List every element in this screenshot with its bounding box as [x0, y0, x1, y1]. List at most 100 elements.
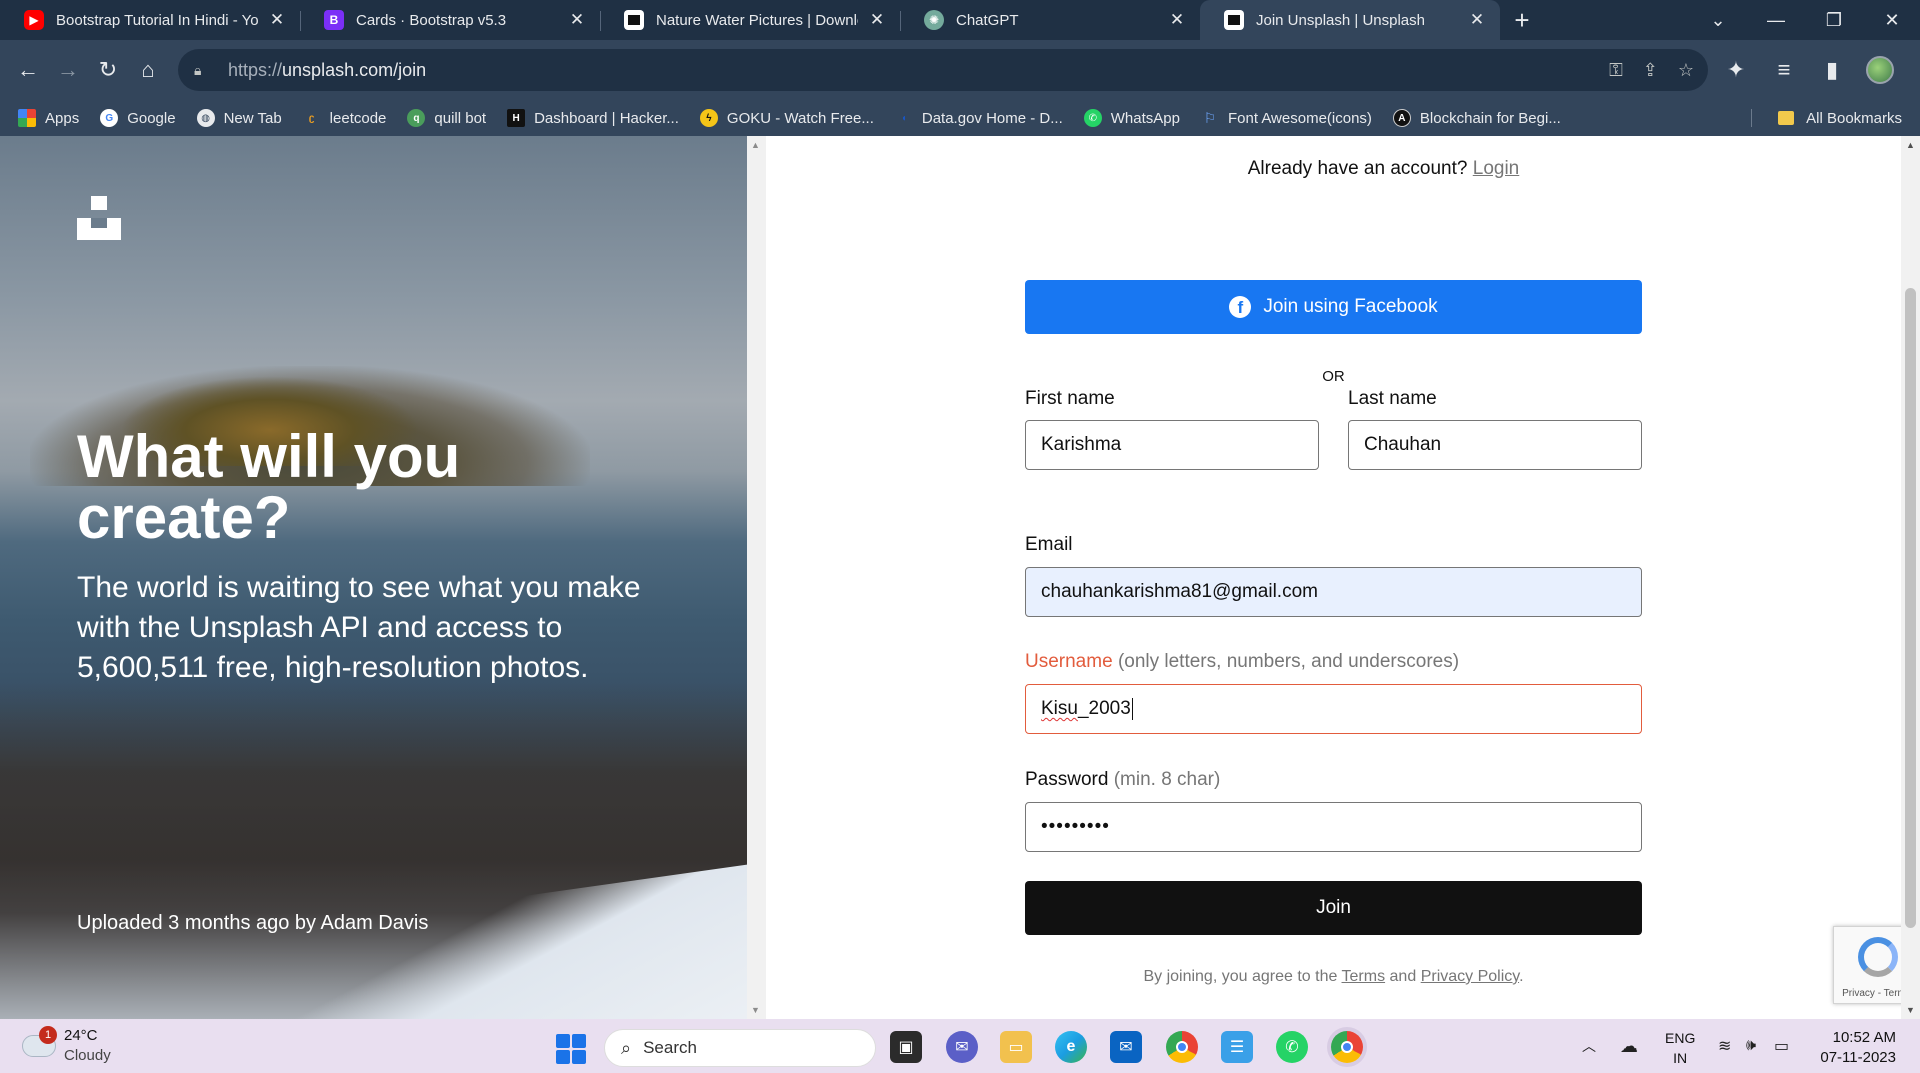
edge-browser-icon[interactable]: e [1055, 1031, 1087, 1063]
join-facebook-button[interactable]: f Join using Facebook [1025, 280, 1642, 334]
teams-chat-icon[interactable]: ✉ [946, 1031, 978, 1063]
tab-bootstrap-tutorial[interactable]: ▶ Bootstrap Tutorial In Hindi - You ✕ [0, 0, 300, 40]
folder-icon [1778, 111, 1795, 125]
menu-dots-icon[interactable]: ⋮ [1908, 50, 1920, 90]
last-name-input[interactable]: Chauhan [1348, 420, 1642, 470]
scroll-up-arrow-icon[interactable]: ▲ [1906, 140, 1915, 150]
close-tab-icon[interactable]: ✕ [266, 9, 288, 31]
share-icon[interactable]: ⇪ [1643, 60, 1658, 81]
tab-search-chevron-icon[interactable]: ⌄ [1690, 0, 1746, 40]
close-tab-icon[interactable]: ✕ [866, 9, 888, 31]
minimize-icon[interactable]: — [1748, 0, 1804, 40]
password-input[interactable]: ••••••••• [1025, 802, 1642, 852]
file-explorer-icon[interactable]: ▭ [1000, 1031, 1032, 1063]
first-name-input[interactable]: Karishma [1025, 420, 1319, 470]
close-tab-icon[interactable]: ✕ [1166, 9, 1188, 31]
tab-title: Join Unsplash | Unsplash [1256, 11, 1425, 29]
privacy-policy-link[interactable]: Privacy Policy [1421, 968, 1519, 985]
system-clock[interactable]: 10:52 AM 07-11-2023 [1814, 1028, 1896, 1068]
extensions-icon[interactable]: ✦ [1716, 50, 1756, 90]
bookmark-google[interactable]: G Google [100, 109, 176, 127]
speaker-icon[interactable]: 🕪︎ [1746, 1019, 1756, 1073]
username-input[interactable]: Kisu _2003 [1025, 684, 1642, 734]
bookmark-whatsapp[interactable]: ✆ WhatsApp [1083, 109, 1180, 127]
tab-join-unsplash[interactable]: Join Unsplash | Unsplash ✕ [1200, 0, 1500, 40]
bookmark-goku[interactable]: ϟ GOKU - Watch Free... [699, 109, 874, 127]
password-label-text: Password [1025, 769, 1109, 790]
legal-text: By joining, you agree to the Terms and P… [1025, 968, 1642, 986]
language-indicator[interactable]: ENG IN [1665, 1028, 1695, 1068]
scroll-down-arrow-icon[interactable]: ▼ [751, 1005, 760, 1015]
join-button[interactable]: Join [1025, 881, 1642, 935]
reload-icon[interactable]: ↻ [88, 50, 128, 90]
whatsapp-icon[interactable]: ✆ [1276, 1031, 1308, 1063]
onedrive-cloud-icon[interactable]: ☁ [1620, 1019, 1638, 1073]
forward-icon[interactable]: → [48, 50, 88, 90]
password-hint: (min. 8 char) [1113, 769, 1221, 790]
close-tab-icon[interactable]: ✕ [1466, 9, 1488, 31]
blockchain-icon: A [1392, 109, 1411, 127]
show-hidden-icons-chevron-icon[interactable]: ︿ [1582, 1019, 1596, 1073]
login-link[interactable]: Login [1473, 158, 1520, 179]
chrome-active-icon[interactable] [1331, 1031, 1363, 1063]
task-view-icon[interactable]: ▣ [890, 1031, 922, 1063]
search-icon: ⌕ [621, 1037, 632, 1058]
battery-icon[interactable]: ▭ [1774, 1019, 1789, 1073]
mail-icon[interactable]: ✉ [1110, 1031, 1142, 1063]
recaptcha-icon [1858, 937, 1898, 977]
home-icon[interactable]: ⌂ [128, 50, 168, 90]
close-window-icon[interactable]: ✕ [1864, 0, 1920, 40]
bookmark-blockchain[interactable]: A Blockchain for Begi... [1392, 109, 1561, 127]
page-scrollbar[interactable]: ▲ ▼ [1901, 136, 1920, 1019]
lang-top: ENG [1665, 1030, 1696, 1046]
facebook-button-label: Join using Facebook [1263, 296, 1438, 317]
notification-badge: 1 [39, 1026, 57, 1044]
back-icon[interactable]: ← [8, 50, 48, 90]
scroll-down-arrow-icon[interactable]: ▼ [1906, 1005, 1915, 1015]
facebook-icon: f [1229, 296, 1252, 318]
taskbar-search-box[interactable]: ⌕ Search [604, 1029, 876, 1067]
weather-widget[interactable]: 1 24°C Cloudy [22, 1026, 111, 1066]
scroll-up-arrow-icon[interactable]: ▲ [751, 140, 760, 150]
address-bar[interactable]: 🔒︎ https://unsplash.com/join ⚿ ⇪ ☆ [178, 49, 1708, 91]
bookmark-hackerrank[interactable]: H Dashboard | Hacker... [507, 109, 679, 127]
youtube-icon: ▶ [24, 10, 44, 30]
lock-icon[interactable]: 🔒︎ [194, 62, 210, 79]
leetcode-icon: ʗ [308, 112, 315, 124]
wifi-icon[interactable]: ≋ [1718, 1019, 1731, 1073]
close-tab-icon[interactable]: ✕ [566, 9, 588, 31]
bookmark-datagov[interactable]: ◖ Data.gov Home - D... [895, 109, 1063, 127]
side-panel-icon[interactable]: ▮ [1812, 50, 1852, 90]
lang-bottom: IN [1673, 1050, 1688, 1066]
bookmark-apps[interactable]: Apps [18, 109, 79, 127]
bookmark-quillbot[interactable]: q quill bot [407, 109, 486, 127]
bookmark-new-tab[interactable]: ◍ New Tab [196, 109, 282, 127]
tab-chatgpt[interactable]: ✺ ChatGPT ✕ [900, 0, 1200, 40]
tab-nature-water[interactable]: Nature Water Pictures | Downloa ✕ [600, 0, 900, 40]
terms-link[interactable]: Terms [1342, 968, 1386, 985]
bookmark-leetcode[interactable]: ʗ leetcode [303, 109, 387, 127]
url-protocol: https:// [228, 59, 283, 80]
new-tab-button[interactable]: + [1500, 0, 1544, 40]
join-form-panel: Already have an account? Login f Join us… [766, 136, 1901, 1019]
bookmark-font-awesome[interactable]: ⚐ Font Awesome(icons) [1201, 109, 1372, 127]
all-bookmarks-button[interactable]: All Bookmarks [1778, 100, 1902, 136]
star-icon[interactable]: ☆ [1678, 60, 1694, 81]
tab-bootstrap-cards[interactable]: B Cards · Bootstrap v5.3 ✕ [300, 0, 600, 40]
username-hint: (only letters, numbers, and underscores) [1117, 651, 1460, 672]
bookmark-label: Font Awesome(icons) [1227, 109, 1372, 127]
datagov-icon: ◖ [900, 112, 907, 124]
restore-icon[interactable]: ❐ [1806, 0, 1862, 40]
start-windows-icon[interactable] [556, 1034, 586, 1064]
key-icon[interactable]: ⚿ [1609, 60, 1623, 81]
chrome-icon[interactable] [1166, 1031, 1198, 1063]
bookmark-label: Google [127, 109, 176, 127]
left-panel-scrollbar[interactable]: ▲ ▼ [747, 136, 766, 1019]
unsplash-logo-icon[interactable] [77, 196, 121, 240]
email-input[interactable]: chauhankarishma81@gmail.com [1025, 567, 1642, 617]
reading-list-icon[interactable]: ≡ [1764, 50, 1804, 90]
weather-temp: 24°C [64, 1027, 98, 1044]
notepad-icon[interactable]: ☰ [1221, 1031, 1253, 1063]
profile-avatar[interactable] [1860, 50, 1900, 90]
scrollbar-thumb[interactable] [1905, 288, 1916, 928]
